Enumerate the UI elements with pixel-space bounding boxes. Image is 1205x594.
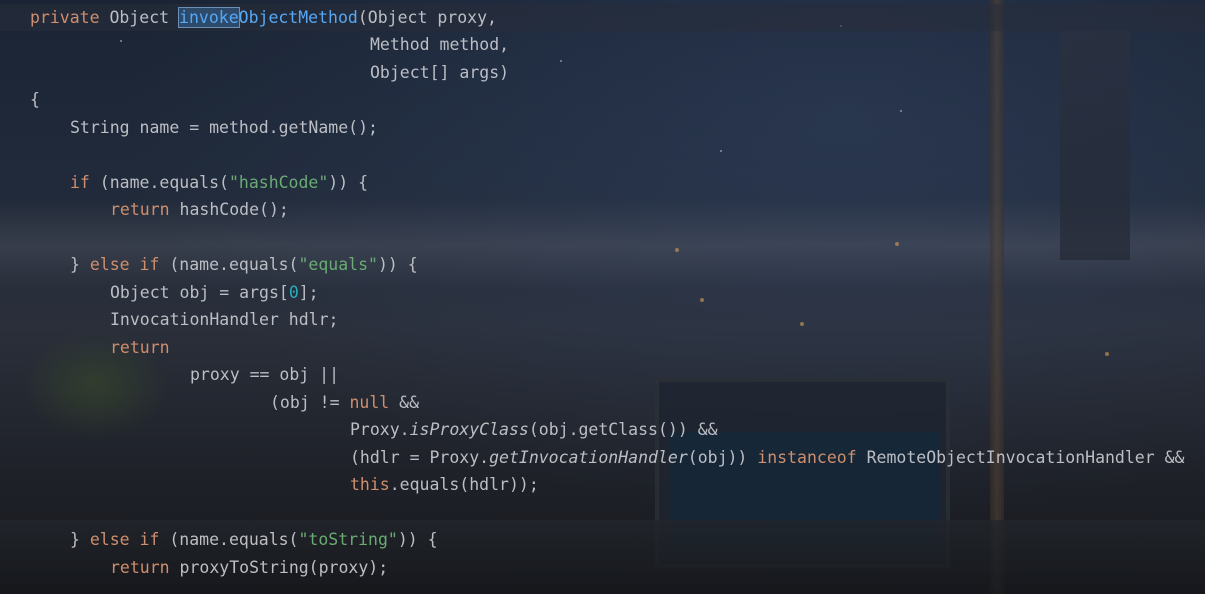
code-line-4[interactable]: { <box>30 86 40 113</box>
code-line-7[interactable]: if (name.equals("hashCode")) { <box>70 169 368 196</box>
string-literal: "equals" <box>298 255 378 274</box>
keyword: null <box>349 393 390 412</box>
string-literal: "hashCode" <box>228 173 329 192</box>
code-text: Object[] args) <box>370 63 510 82</box>
code-line-15[interactable]: (obj != null && <box>270 389 419 416</box>
code-line-12[interactable]: InvocationHandler hdlr; <box>110 306 338 333</box>
code-text: (Object proxy, <box>357 8 497 27</box>
code-text: Method method, <box>370 35 510 54</box>
code-line-14[interactable]: proxy == obj || <box>190 361 339 388</box>
code-text: (name.equals( <box>159 255 299 274</box>
code-line-3[interactable]: Object[] args) <box>370 59 509 86</box>
code-text: .equals(hdlr)); <box>389 475 539 494</box>
code-text: && <box>389 393 420 412</box>
code-text: InvocationHandler hdlr; <box>110 310 339 329</box>
code-text: RemoteObjectInvocationHandler && <box>856 448 1185 467</box>
keyword: if <box>70 173 90 192</box>
code-text: )) { <box>377 255 418 274</box>
code-text: hashCode(); <box>169 200 289 219</box>
method-name[interactable]: ObjectMethod <box>239 8 358 27</box>
code-line-5[interactable]: String name = method.getName(); <box>70 114 378 141</box>
keyword: this <box>350 475 390 494</box>
code-text: { <box>30 90 40 109</box>
code-text: )) { <box>397 530 438 549</box>
code-text: (obj)) <box>687 448 758 467</box>
keyword: return <box>110 200 170 219</box>
code-line-21[interactable]: return proxyToString(proxy); <box>110 554 388 581</box>
code-text: (name.equals( <box>89 173 229 192</box>
code-line-17[interactable]: (hdlr = Proxy.getInvocationHandler(obj))… <box>350 444 1184 471</box>
keyword: else if <box>89 255 160 274</box>
keyword: return <box>110 558 170 577</box>
keyword: instanceof <box>757 448 857 467</box>
code-line-18[interactable]: this.equals(hdlr)); <box>350 471 539 498</box>
code-text: Proxy. <box>350 420 410 439</box>
code-text: Object <box>99 8 180 27</box>
code-text: (hdlr = Proxy. <box>350 448 490 467</box>
string-literal: "toString" <box>298 530 398 549</box>
code-text: (name.equals( <box>159 530 299 549</box>
code-line-8[interactable]: return hashCode(); <box>110 196 289 223</box>
code-line-13[interactable]: return <box>110 334 170 361</box>
code-text: (obj.getClass()) && <box>528 420 718 439</box>
static-method: getInvocationHandler <box>489 448 688 467</box>
keyword: else if <box>89 530 160 549</box>
code-line-20[interactable]: } else if (name.equals("toString")) { <box>70 526 438 553</box>
code-text: String name = method.getName(); <box>70 118 378 137</box>
code-line-2[interactable]: Method method, <box>370 31 509 58</box>
code-line-10[interactable]: } else if (name.equals("equals")) { <box>70 251 418 278</box>
code-text: ]; <box>298 283 319 302</box>
code-editor[interactable]: private Object invokeObjectMethod(Object… <box>0 0 1205 594</box>
code-text: } <box>70 530 90 549</box>
code-line-1[interactable]: private Object invokeObjectMethod(Object… <box>30 4 497 31</box>
code-text: )) { <box>328 173 369 192</box>
number-literal: 0 <box>288 283 299 302</box>
code-text: (obj != <box>270 393 350 412</box>
code-line-11[interactable]: Object obj = args[0]; <box>110 279 319 306</box>
code-text: proxyToString(proxy); <box>169 558 389 577</box>
static-method: isProxyClass <box>409 420 529 439</box>
keyword: return <box>110 338 170 357</box>
search-match-highlight[interactable]: invoke <box>178 7 240 28</box>
code-text: proxy == obj || <box>190 365 340 384</box>
keyword: private <box>30 8 100 27</box>
code-text: Object obj = args[ <box>110 283 289 302</box>
code-line-16[interactable]: Proxy.isProxyClass(obj.getClass()) && <box>350 416 718 443</box>
code-text: } <box>70 255 90 274</box>
